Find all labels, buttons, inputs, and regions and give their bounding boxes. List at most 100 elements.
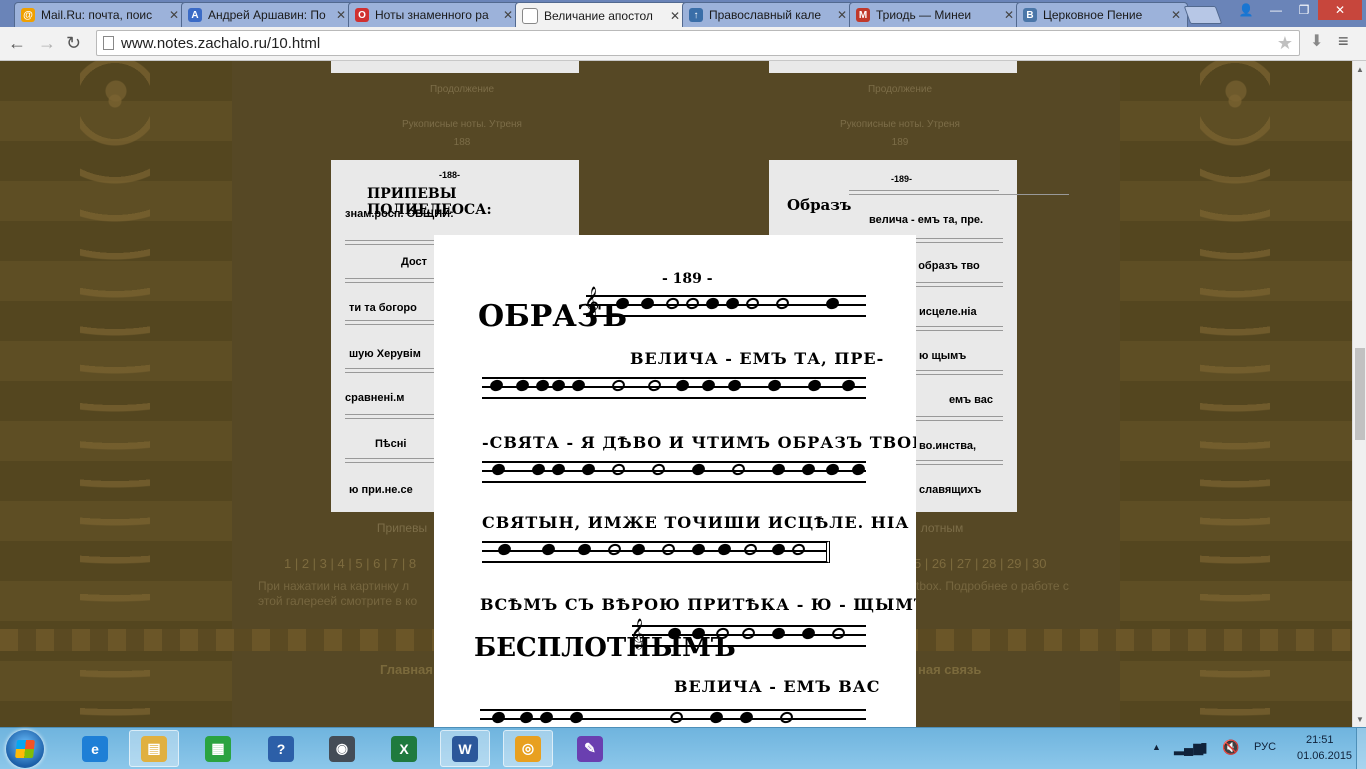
store-icon: ▦ — [205, 735, 231, 762]
lyric-line-3: СВЯТЫН, ИМЖЕ ТОЧИШИ ИСЦѢЛЕ. НІА — [482, 513, 910, 532]
continue-link-left[interactable]: Продолжение — [392, 84, 532, 95]
tab-close-icon[interactable]: ✕ — [336, 8, 346, 22]
tab-title: Церковное Пение — [1043, 8, 1143, 22]
staff-6 — [480, 709, 866, 727]
help-icon: ? — [268, 735, 294, 762]
footer-contact-link[interactable]: ная связь — [918, 662, 981, 677]
info-text-right-1: tbox. Подробнее о работе с — [916, 579, 1069, 593]
staff-4 — [482, 541, 830, 563]
scroll-up-icon[interactable]: ▲ — [1356, 65, 1364, 74]
bottom-caption-right: лотным — [920, 521, 964, 535]
file-explorer-icon: ▤ — [141, 735, 167, 762]
right-ornament — [1120, 61, 1352, 727]
browser-toolbar: ← → ↻ www.notes.zachalo.ru/10.html ★ ⬇ ≡ — [0, 27, 1366, 61]
address-bar[interactable]: www.notes.zachalo.ru/10.html ★ — [96, 30, 1300, 56]
left-ornament — [0, 61, 232, 727]
tab-close-icon[interactable]: ✕ — [670, 9, 680, 23]
language-indicator[interactable]: РУС — [1254, 741, 1276, 753]
staff-1 — [586, 295, 866, 317]
taskbar-file-explorer[interactable]: ▤ — [129, 730, 179, 767]
clock-time[interactable]: 21:51 — [1306, 734, 1334, 746]
user-icon[interactable]: 👤 — [1232, 0, 1260, 20]
tab-title: Триодь — Минеи — [876, 8, 972, 22]
page-number-right: 189 — [891, 137, 909, 148]
mailru-icon: @ — [21, 8, 35, 22]
staff-2 — [482, 377, 866, 399]
lyric-line-4: ВСѢМЪ СЪ ВѢРОЮ ПРИТѢКА - Ю - ЩЫМЪ. — [480, 595, 916, 614]
maximize-button[interactable]: ❐ — [1290, 0, 1318, 20]
scroll-thumb[interactable] — [1355, 348, 1365, 440]
vertical-scrollbar[interactable]: ▲ ▼ — [1352, 61, 1366, 727]
tab-close-icon[interactable]: ✕ — [503, 8, 513, 22]
new-tab-button[interactable] — [1183, 6, 1223, 24]
excel-icon: X — [391, 735, 417, 762]
caption-left: Рукописные ноты. Утреня — [402, 119, 522, 130]
bottom-caption-left: Припевы — [376, 521, 428, 535]
minimize-button[interactable]: — — [1262, 0, 1290, 20]
taskbar-excel[interactable]: X — [379, 730, 429, 767]
internet-explorer-icon: e — [82, 735, 108, 762]
taskbar-store[interactable]: ▦ — [193, 730, 243, 767]
network-icon[interactable]: ▂▄▆ — [1174, 740, 1203, 756]
tray-expand-icon[interactable]: ▲ — [1152, 742, 1161, 752]
bookmark-star-icon[interactable]: ★ — [1277, 33, 1293, 54]
tab-close-icon[interactable]: ✕ — [1004, 8, 1014, 22]
paint-app-icon: ✎ — [577, 735, 603, 762]
back-icon[interactable]: ← — [8, 33, 26, 54]
continue-link-right[interactable]: Продолжение — [830, 84, 970, 95]
footer-home-link[interactable]: Главная — [380, 662, 433, 677]
url-text[interactable]: www.notes.zachalo.ru/10.html — [121, 35, 320, 52]
thumbnail-prev-left[interactable] — [331, 61, 579, 73]
lightbox-page-number: - 189 - — [662, 271, 713, 287]
tab-1[interactable]: @ Mail.Ru: почта, поис ✕ — [14, 2, 186, 27]
taskbar-globe[interactable]: ◉ — [317, 730, 367, 767]
tab-close-icon[interactable]: ✕ — [837, 8, 847, 22]
globe-icon: ◉ — [329, 735, 355, 762]
taskbar-word[interactable]: W — [440, 730, 490, 767]
close-button[interactable]: ✕ — [1318, 0, 1362, 20]
tab-3[interactable]: O Ноты знаменного ра ✕ — [348, 2, 520, 27]
forward-icon[interactable]: → — [38, 33, 56, 54]
info-text-left-2: этой галереей смотрите в ко — [258, 594, 418, 608]
lyric-line-5: ВЕЛИЧА - ЕМЪ ВАС — [674, 677, 881, 696]
staff-5 — [632, 625, 866, 647]
tab-title: Православный кале — [709, 8, 822, 22]
lightbox-image[interactable]: - 189 - ОБРАЗЪ 𝄞 ВЕЛИЧА - ЕМЪ ТА, ПРЕ- -… — [434, 235, 916, 727]
page-icon — [522, 7, 538, 24]
start-button[interactable] — [6, 730, 44, 768]
tab-title: Mail.Ru: почта, поис — [41, 8, 153, 22]
pagination-left[interactable]: 1 | 2 | 3 | 4 | 5 | 6 | 7 | 8 — [284, 556, 416, 571]
taskbar-help[interactable]: ? — [256, 730, 306, 767]
calendar-icon: ↑ — [689, 8, 703, 22]
tab-5[interactable]: ↑ Православный кале ✕ — [682, 2, 854, 27]
tab-close-icon[interactable]: ✕ — [1171, 8, 1181, 22]
taskbar-internet-explorer[interactable]: e — [70, 730, 120, 767]
taskbar-chrome[interactable]: ◎ — [503, 730, 553, 767]
thumbnail-prev-right[interactable] — [769, 61, 1017, 73]
tab-close-icon[interactable]: ✕ — [169, 8, 179, 22]
tab-7[interactable]: B Церковное Пение ✕ — [1016, 2, 1188, 27]
web-page: Продолжение Продолжение Рукописные ноты.… — [0, 61, 1352, 727]
page-icon — [103, 36, 114, 50]
info-text-left-1: При нажатии на картинку л — [258, 579, 410, 593]
tab-6[interactable]: M Триодь — Минеи ✕ — [849, 2, 1021, 27]
reload-icon[interactable]: ↻ — [66, 33, 81, 54]
tab-bar: @ Mail.Ru: почта, поис ✕ A Андрей Аршавин: П… — [0, 0, 1366, 28]
windows-taskbar: e ▤ ▦? ◉ X W ◎ ✎ ▲ ▂▄▆ ▮ 🔇 РУС 21:51 01.06.2015 — [0, 727, 1366, 769]
lyric-line-1: ВЕЛИЧА - ЕМЪ ТА, ПРЕ- — [630, 349, 885, 368]
power-icon[interactable]: ▮ — [1200, 739, 1208, 756]
clock-date[interactable]: 01.06.2015 — [1297, 750, 1352, 762]
tab-4[interactable]: Величание апостол ✕ — [515, 2, 687, 28]
taskbar-paint-app[interactable]: ✎ — [565, 730, 615, 767]
word-icon: W — [452, 735, 478, 762]
lyric-line-2: -СВЯТА - Я ДѢВО И ЧТИМЪ ОБРАЗЪ ТВОИ — [482, 433, 916, 452]
menu-icon[interactable]: ≡ — [1338, 31, 1349, 52]
vk-icon: B — [1023, 8, 1037, 22]
page-number-left: 188 — [453, 137, 471, 148]
pagination-right[interactable]: 5 | 26 | 27 | 28 | 29 | 30 — [914, 556, 1047, 571]
show-desktop-button[interactable] — [1356, 728, 1366, 769]
download-icon[interactable]: ⬇ — [1310, 31, 1323, 51]
scroll-down-icon[interactable]: ▼ — [1356, 715, 1364, 724]
volume-muted-icon[interactable]: 🔇 — [1222, 739, 1239, 756]
tab-2[interactable]: A Андрей Аршавин: По ✕ — [181, 2, 353, 27]
